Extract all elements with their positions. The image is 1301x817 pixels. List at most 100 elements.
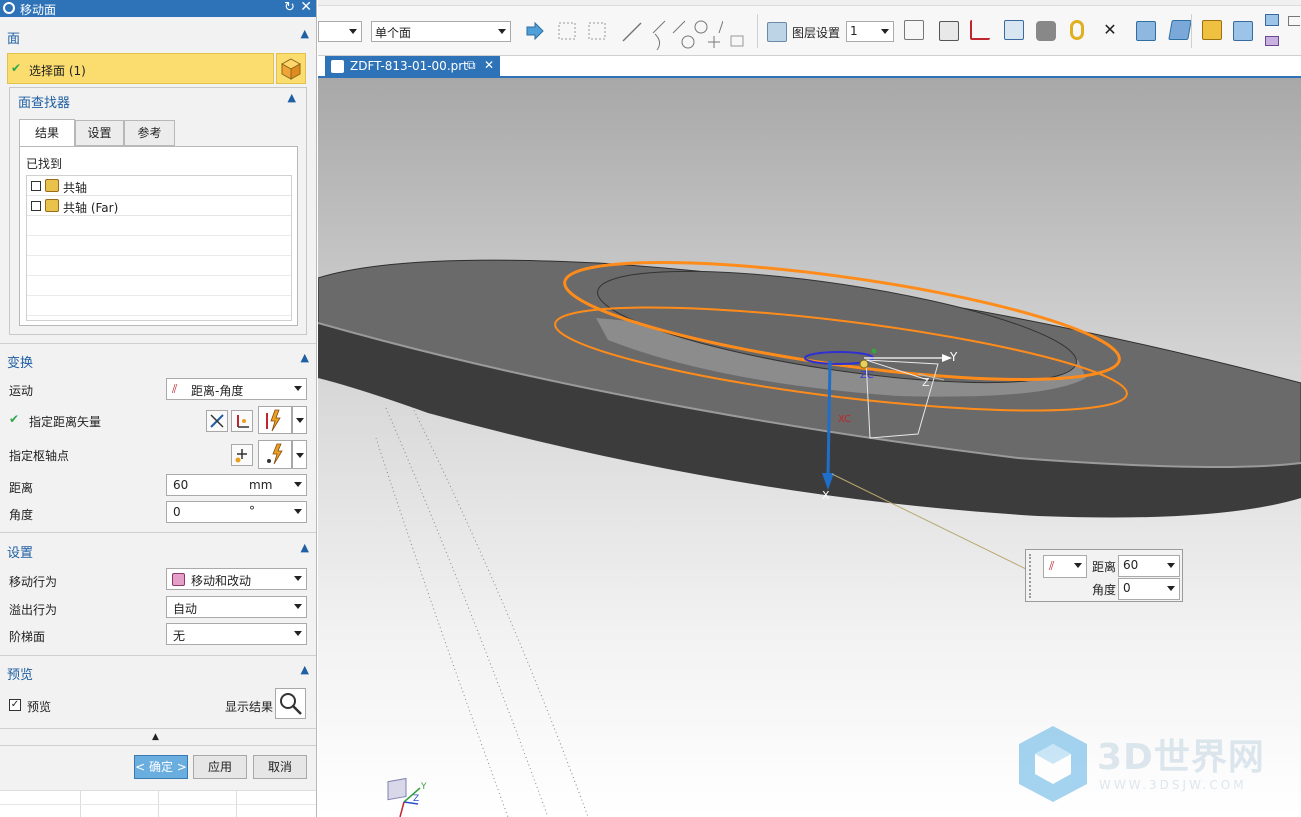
delete-x-icon[interactable]: ✕ [1100,20,1120,40]
triad-x-axis [399,801,405,817]
selection-filter-select[interactable] [318,21,362,42]
link-icon[interactable] [1070,20,1084,40]
collapse-icon[interactable]: ▲ [301,351,309,364]
angle-unit: ° [249,504,255,518]
reset-icon[interactable]: ↻ [284,0,295,15]
popup-motion-select[interactable]: ⫽ [1043,555,1087,578]
tab-reference[interactable]: 参考 [124,120,175,146]
overflow-value: 自动 [173,602,198,616]
layer-icon[interactable] [767,22,787,42]
document-tab[interactable]: ZDFT-813-01-00.prt ⧉ ✕ [325,56,500,78]
face-section-header[interactable]: 面 ▲ [0,25,316,47]
pivot-select-button[interactable] [258,440,292,469]
ok-button[interactable]: < 确定 > [134,755,188,779]
collapse-icon[interactable]: ▲ [301,663,309,676]
divider [0,728,316,729]
popup-angle-label: 角度 [1092,583,1117,597]
box-icon[interactable] [1233,21,1253,41]
overflow-select[interactable]: 自动 [166,596,307,618]
preview-section-header[interactable]: 预览 ▲ [0,661,316,683]
empty-row [27,236,291,256]
layer-settings-label[interactable]: 图层设置 [792,24,840,41]
solid-face-icon[interactable] [1202,20,1222,40]
list-item[interactable]: 共轴 (Far) [27,196,291,216]
vector-dialog-button[interactable] [231,410,253,432]
ribbon-group-strip [318,0,1301,6]
layer-select[interactable]: 1 [846,21,894,42]
save-view-icon[interactable] [1004,20,1024,40]
empty-row [27,276,291,296]
layers-stack-icon[interactable] [1136,21,1156,41]
cancel-button[interactable]: 取消 [253,755,307,779]
axis-icon[interactable] [970,20,990,40]
divider [0,655,316,656]
step-face-select[interactable]: 无 [166,623,307,645]
chevron-down-icon [296,418,304,423]
result-checkbox[interactable] [31,181,41,191]
drag-handle[interactable] [1029,554,1033,598]
triad-y-label: Y [421,782,427,792]
apply-button[interactable]: 应用 [193,755,247,779]
collapse-icon[interactable]: ▲ [301,541,309,554]
document-tab-label: ZDFT-813-01-00.prt [350,59,468,73]
collapse-icon[interactable]: ▲ [301,27,309,40]
face-finder-header[interactable]: 面查找器 ▲ [12,89,304,111]
result-checkbox[interactable] [31,201,41,211]
vector-dropdown[interactable] [292,406,307,434]
sheet-strip [0,790,316,817]
distance-field[interactable]: 60 mm [166,474,307,496]
settings-section-header[interactable]: 设置 ▲ [0,539,316,561]
transform-title: 变换 [7,356,34,371]
close-icon[interactable]: ✕ [300,0,312,15]
handle-point [871,348,877,354]
show-result-label: 显示结果 [225,700,274,714]
divider [0,745,316,746]
chevron-down-icon [296,453,304,458]
layer-value: 1 [850,24,858,38]
motion-value: 距离-角度 [191,384,244,398]
motion-select[interactable]: ⫽ 距离-角度 [166,378,307,400]
show-result-button[interactable] [275,688,306,719]
transform-section-header[interactable]: 变换 ▲ [0,349,316,371]
tab-settings[interactable]: 设置 [75,120,124,146]
square-icon[interactable] [939,21,959,41]
partial-icon[interactable] [1288,16,1300,26]
triad-z-label: Z [413,794,420,804]
small-plate-icon[interactable] [1265,36,1279,46]
pivot-dialog-button[interactable] [231,444,253,466]
wcs-icon[interactable] [904,20,924,40]
face-cube-button[interactable] [276,53,306,84]
move-behavior-select[interactable]: 移动和改动 [166,568,307,590]
collapse-more-icon[interactable]: ▲ [152,732,159,742]
pin-icon[interactable]: ⧉ [467,58,476,73]
chevron-down-icon [294,576,302,581]
step-face-value: 无 [173,629,186,643]
list-item[interactable]: 共轴 [27,176,291,196]
surface-icon[interactable] [1168,20,1192,40]
distance-angle-icon: ⫽ [172,382,178,396]
vector-select-button[interactable] [258,406,292,434]
vector-label: 指定距离矢量 [29,415,102,429]
pivot-dropdown[interactable] [292,440,307,469]
overflow-label: 溢出行为 [9,603,58,617]
empty-row [27,256,291,276]
vector-inferred-button[interactable] [206,410,228,432]
shade-icon[interactable] [1036,21,1056,41]
collapse-icon[interactable]: ▲ [288,91,296,104]
face-rule-select[interactable]: 单个面 [371,21,511,42]
ok-label: < 确定 > [135,760,187,774]
tab-results[interactable]: 结果 [19,119,75,146]
close-tab-icon[interactable]: ✕ [484,58,494,72]
results-tab-body: 已找到 共轴 共轴 (Far) [19,146,298,326]
popup-angle-field[interactable]: 0 [1118,578,1180,600]
move-behavior-icon [172,573,185,586]
watermark-cube-logo [1019,726,1087,802]
popup-distance-field[interactable]: 60 [1118,555,1180,577]
graphics-viewport[interactable]: Y Z X ZC XC Y Z [318,78,1301,817]
divider [0,532,316,533]
chevron-down-icon [1074,563,1082,568]
small-box-icon[interactable] [1265,14,1279,26]
preview-checkbox[interactable]: ✓ [9,699,21,711]
select-face-row[interactable]: ✔ 选择面 (1) [7,53,274,84]
angle-field[interactable]: 0 ° [166,501,307,523]
